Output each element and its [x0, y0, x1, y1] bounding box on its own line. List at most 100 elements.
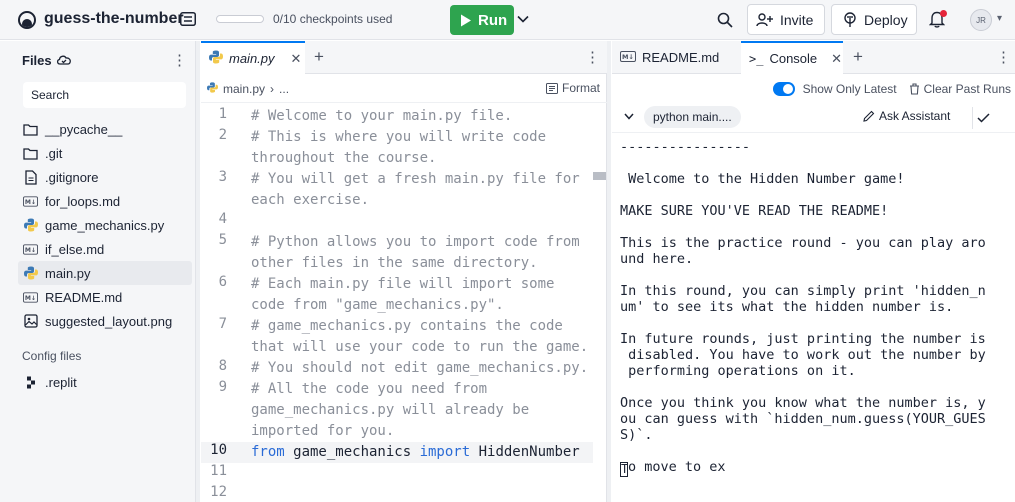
console-line: This is the practice round - you can pla… [620, 235, 986, 251]
file-tree-item[interactable]: M↓ for_loops.md [18, 189, 192, 213]
file-tree-item[interactable]: .git [18, 141, 192, 165]
markdown-icon: M↓ [620, 50, 636, 65]
run-command-row: python main.... Ask Assistant [612, 103, 1015, 133]
file-tree-item[interactable]: M↓ if_else.md [18, 237, 192, 261]
file-tree-item[interactable]: game_mechanics.py [18, 213, 192, 237]
editor-tab-bar: main.py ✕ + ⋮ [201, 41, 607, 74]
code-line: 3 # You will get a fresh main.py file for… [201, 169, 593, 211]
close-tab-icon[interactable]: ✕ [831, 51, 842, 67]
code-text: # All the code you need from game_mechan… [251, 381, 538, 439]
code-text: from game_mechanics import HiddenNumber [251, 442, 591, 463]
deploy-button[interactable]: Deploy [831, 4, 917, 35]
replit-config-icon [23, 375, 38, 390]
deploy-button-label: Deploy [864, 11, 908, 28]
sidebar-resize-handle[interactable] [196, 41, 200, 502]
tab-main-py[interactable]: main.py ✕ [201, 41, 305, 74]
close-tab-icon[interactable]: ✕ [291, 51, 302, 67]
checkmark-icon[interactable] [972, 107, 994, 129]
invite-button[interactable]: Invite [747, 4, 825, 35]
play-icon [461, 14, 471, 26]
trash-icon [909, 83, 919, 95]
replit-logo-icon[interactable] [18, 11, 36, 29]
format-button-label: Format [561, 81, 600, 95]
svg-text:M↓: M↓ [25, 246, 36, 253]
code-line: 11 [201, 463, 593, 484]
tab-console[interactable]: >_ Console ✕ [741, 41, 843, 74]
code-line: 2 # This is where you will write code thr… [201, 127, 593, 169]
code-line: 12 [201, 484, 593, 502]
file-name: if_else.md [45, 241, 105, 257]
code-text: # Welcome to your main.py file. [251, 108, 513, 124]
markdown-icon: M↓ [23, 194, 38, 209]
code-line: 6 # Each main.py file will import some co… [201, 274, 593, 316]
tab-readme[interactable]: M↓ README.md [612, 41, 740, 74]
line-number: 12 [210, 484, 227, 500]
code-text: # Each main.py file will import some cod… [251, 276, 563, 313]
app-name[interactable]: guess-the-number [44, 10, 184, 28]
avatar[interactable]: JR [970, 9, 992, 31]
console-line: MAKE SURE YOU'VE READ THE README! [620, 203, 889, 219]
console-line: ---------------- [620, 139, 751, 155]
file-icon [23, 169, 38, 185]
right-tab-bar: M↓ README.md >_ Console ✕ + ⋮ [612, 41, 1015, 74]
text-cursor: T [620, 462, 629, 477]
file-name: __pycache__ [45, 121, 123, 137]
notifications-bell-icon[interactable] [928, 10, 947, 30]
code-line: 4 [201, 211, 593, 232]
run-options-chevron-icon[interactable] [515, 11, 531, 27]
keyword-from: from [251, 444, 285, 460]
code-editor[interactable]: 1 # Welcome to your main.py file. 2 # This… [201, 106, 593, 502]
ask-assistant-button[interactable]: Ask Assistant [863, 109, 950, 123]
pane-resize-handle[interactable] [607, 41, 611, 502]
editor-menu-kebab-icon[interactable]: ⋮ [585, 50, 600, 66]
console-line: Welcome to the Hidden Number game! [620, 171, 905, 187]
console-line: In future rounds, just printing the numb… [620, 331, 986, 347]
editor-pane: main.py ✕ + ⋮ main.py › ... Format 1 # We… [201, 41, 607, 502]
python-icon [23, 266, 38, 281]
file-tree-item[interactable]: suggested_layout.png [18, 309, 192, 333]
collapse-chevron-icon[interactable] [624, 113, 634, 120]
console-icon: >_ [749, 51, 764, 66]
console-line: In this round, you can simply print 'hid… [620, 283, 986, 299]
file-name: main.py [45, 265, 91, 281]
code-line-current: 10 from game_mechanics import HiddenNumb… [201, 442, 593, 463]
top-bar: guess-the-number 0/10 checkpoints used R… [0, 0, 1015, 40]
file-name: .gitignore [45, 169, 99, 185]
ask-assistant-label: Ask Assistant [879, 109, 951, 123]
line-number: 3 [218, 169, 227, 185]
file-search-input[interactable]: Search [23, 82, 186, 108]
editor-scrollbar[interactable] [593, 172, 606, 180]
console-menu-kebab-icon[interactable]: ⋮ [996, 50, 1011, 66]
line-number: 6 [218, 274, 227, 290]
add-tab-icon[interactable]: + [850, 48, 866, 65]
add-tab-icon[interactable]: + [311, 48, 327, 65]
keyboard-shortcuts-icon[interactable] [180, 11, 196, 27]
line-number: 1 [218, 106, 227, 122]
breadcrumb-more[interactable]: ... [279, 82, 289, 96]
show-only-latest-toggle[interactable] [772, 82, 795, 96]
run-command-chip[interactable]: python main.... [644, 106, 741, 128]
clear-past-runs-button[interactable]: Clear Past Runs [909, 82, 1011, 96]
file-tree-item[interactable]: main.py [18, 261, 192, 285]
tab-label: Console [769, 51, 818, 66]
console-line-text: o move to ex [628, 459, 726, 475]
search-icon[interactable] [716, 11, 734, 29]
line-number: 10 [210, 442, 227, 458]
deploy-icon [844, 11, 856, 27]
avatar-chevron-down-icon[interactable]: ▾ [997, 13, 1009, 27]
format-button[interactable]: Format [545, 81, 600, 95]
invite-button-label: Invite [780, 11, 814, 28]
svg-text:M↓: M↓ [25, 294, 36, 301]
file-tree-item[interactable]: __pycache__ [18, 117, 192, 141]
file-tree-item[interactable]: .gitignore [18, 165, 192, 189]
file-tree-item[interactable]: M↓ README.md [18, 285, 192, 309]
run-button[interactable]: Run [450, 5, 514, 35]
file-tree-item[interactable]: .replit [18, 370, 192, 394]
python-icon [209, 50, 223, 67]
console-output[interactable]: ---------------- Welcome to the Hidden N… [620, 139, 990, 477]
files-menu-kebab-icon[interactable]: ⋮ [172, 51, 187, 69]
checkpoints-label: 0/10 checkpoints used [273, 12, 393, 26]
run-button-label: Run [478, 11, 508, 29]
breadcrumb-file[interactable]: main.py [223, 82, 265, 96]
